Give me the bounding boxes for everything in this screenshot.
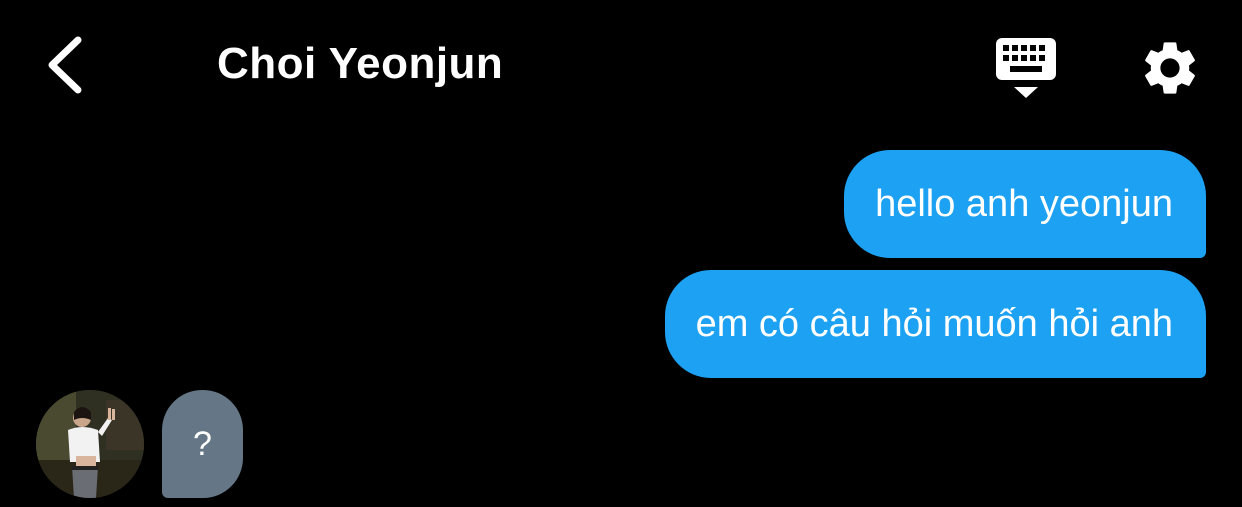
chevron-left-icon [48,36,82,94]
outgoing-message-bubble[interactable]: hello anh yeonjun [844,150,1206,258]
chat-header: Choi Yeonjun [0,0,1242,130]
outgoing-message-bubble[interactable]: em có câu hỏi muốn hỏi anh [664,270,1206,378]
back-button[interactable] [40,30,100,100]
gear-icon [1145,42,1195,94]
keyboard-toggle-button[interactable] [992,36,1060,100]
incoming-message-bubble[interactable]: ? [162,390,243,498]
page-title: Choi Yeonjun [217,39,504,88]
profile-photo [36,390,144,498]
settings-button[interactable] [1138,36,1202,100]
avatar[interactable] [36,390,144,498]
keyboard-hide-icon [996,38,1056,98]
